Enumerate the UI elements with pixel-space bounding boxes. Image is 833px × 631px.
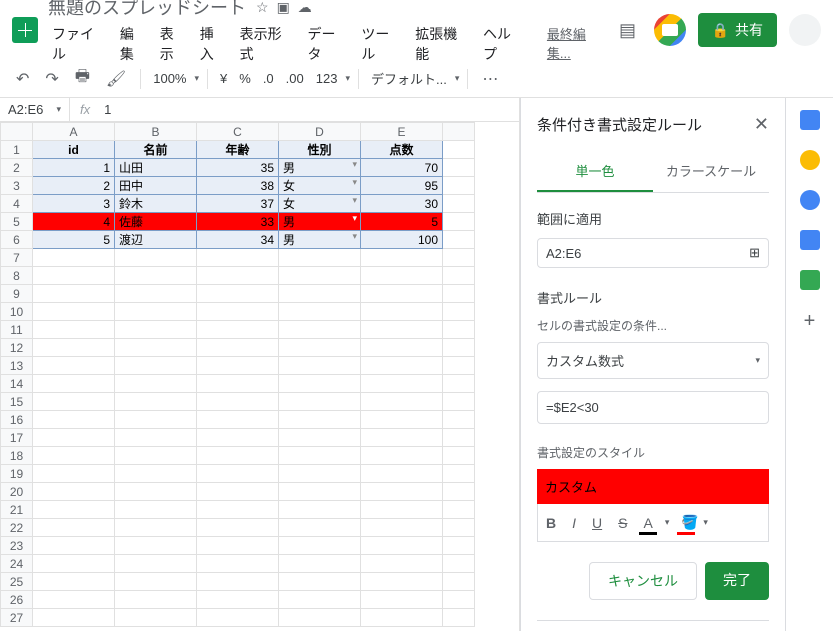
- undo-icon[interactable]: ↶: [10, 65, 35, 93]
- style-label: 書式設定のスタイル: [537, 444, 769, 461]
- menu-format[interactable]: 表示形式: [236, 22, 300, 66]
- close-icon[interactable]: ✕: [754, 114, 769, 135]
- menu-bar: ファイル 編集 表示 挿入 表示形式 データ ツール 拡張機能 ヘルプ 最終編集…: [48, 22, 614, 66]
- lock-icon: 🔒: [712, 22, 729, 39]
- header-score[interactable]: 点数: [361, 141, 443, 159]
- text-color-btn[interactable]: A: [639, 513, 656, 533]
- menu-view[interactable]: 表示: [156, 22, 192, 66]
- last-edit[interactable]: 最終編集...: [543, 22, 614, 66]
- tab-color-scale[interactable]: カラースケール: [653, 151, 769, 192]
- avatar[interactable]: [789, 14, 821, 46]
- table-row[interactable]: 54佐藤33男5: [1, 213, 475, 231]
- table-row[interactable]: 43鈴木37女30: [1, 195, 475, 213]
- spreadsheet-grid[interactable]: ABCDE 1id名前年齢性別点数 21山田35男7032田中38女9543鈴木…: [0, 122, 519, 631]
- panel-title: 条件付き書式設定ルール: [537, 114, 702, 135]
- col-C[interactable]: C: [197, 123, 279, 141]
- fx-icon[interactable]: fx: [70, 102, 100, 117]
- paint-icon[interactable]: 🖌: [100, 65, 132, 93]
- cancel-button[interactable]: キャンセル: [589, 562, 697, 600]
- header-name[interactable]: 名前: [115, 141, 197, 159]
- star-icon[interactable]: ☆: [256, 0, 269, 16]
- contacts-icon[interactable]: [800, 230, 820, 250]
- cloud-icon[interactable]: ☁: [298, 0, 312, 16]
- menu-file[interactable]: ファイル: [48, 22, 112, 66]
- condition-value: カスタム数式: [546, 351, 624, 370]
- zoom-select[interactable]: 100%: [149, 69, 190, 88]
- formula-bar: A2:E6▾ fx 1: [0, 98, 519, 122]
- name-box-value: A2:E6: [8, 102, 43, 117]
- font-select[interactable]: デフォルト...: [367, 67, 451, 90]
- range-input[interactable]: A2:E6 ⊞: [537, 238, 769, 268]
- strike-btn[interactable]: S: [614, 513, 631, 533]
- menu-edit[interactable]: 編集: [116, 22, 152, 66]
- more-icon[interactable]: ⋯: [476, 65, 504, 93]
- condition-select[interactable]: カスタム数式 ▾: [537, 342, 769, 379]
- condition-label: セルの書式設定の条件...: [537, 317, 769, 334]
- dec-more-btn[interactable]: .00: [282, 69, 308, 88]
- currency-btn[interactable]: ¥: [216, 69, 231, 88]
- col-B[interactable]: B: [115, 123, 197, 141]
- menu-insert[interactable]: 挿入: [196, 22, 232, 66]
- format-123-btn[interactable]: 123: [312, 69, 342, 88]
- rules-label: 書式ルール: [537, 288, 769, 307]
- range-value: A2:E6: [546, 246, 581, 261]
- share-label: 共有: [735, 20, 763, 40]
- dec-less-btn[interactable]: .0: [259, 69, 278, 88]
- formula-field[interactable]: =$E2<30: [537, 391, 769, 424]
- table-row[interactable]: 65渡辺34男100: [1, 231, 475, 249]
- side-rail: +: [785, 98, 833, 631]
- grid-icon[interactable]: ⊞: [749, 245, 760, 261]
- fill-color-btn[interactable]: 🪣: [677, 512, 695, 533]
- header: 無題のスプレッドシート ☆ ▣ ☁ ファイル 編集 表示 挿入 表示形式 データ…: [0, 0, 833, 60]
- apply-range-label: 範囲に適用: [537, 209, 769, 228]
- italic-btn[interactable]: I: [568, 513, 580, 533]
- add-rule-button[interactable]: ＋ 条件を追加: [537, 620, 769, 631]
- print-icon[interactable]: 🖶: [69, 61, 96, 96]
- done-button[interactable]: 完了: [705, 562, 769, 600]
- col-A[interactable]: A: [33, 123, 115, 141]
- maps-icon[interactable]: [800, 270, 820, 290]
- col-D[interactable]: D: [279, 123, 361, 141]
- header-gender[interactable]: 性別: [279, 141, 361, 159]
- formula-input[interactable]: 1: [100, 102, 115, 117]
- sheets-logo[interactable]: [12, 17, 38, 43]
- name-box[interactable]: A2:E6▾: [0, 98, 70, 121]
- menu-data[interactable]: データ: [303, 22, 353, 66]
- meet-icon[interactable]: [654, 14, 686, 46]
- tasks-icon[interactable]: [800, 190, 820, 210]
- menu-help[interactable]: ヘルプ: [479, 22, 529, 66]
- underline-btn[interactable]: U: [588, 513, 606, 533]
- comments-icon[interactable]: ▤: [614, 16, 642, 44]
- percent-btn[interactable]: %: [235, 69, 255, 88]
- move-icon[interactable]: ▣: [277, 0, 290, 16]
- share-button[interactable]: 🔒 共有: [698, 13, 777, 47]
- add-rail-icon[interactable]: +: [804, 310, 816, 333]
- tab-single-color[interactable]: 単一色: [537, 151, 653, 192]
- col-E[interactable]: E: [361, 123, 443, 141]
- header-id[interactable]: id: [33, 141, 115, 159]
- document-title[interactable]: 無題のスプレッドシート: [48, 0, 246, 20]
- chevron-down-icon: ▾: [755, 355, 760, 366]
- style-preview[interactable]: カスタム: [537, 469, 769, 504]
- redo-icon[interactable]: ↷: [39, 65, 64, 93]
- table-row[interactable]: 21山田35男70: [1, 159, 475, 177]
- bold-btn[interactable]: B: [542, 513, 560, 533]
- table-row[interactable]: 32田中38女95: [1, 177, 475, 195]
- keep-icon[interactable]: [800, 150, 820, 170]
- calendar-icon[interactable]: [800, 110, 820, 130]
- menu-extensions[interactable]: 拡張機能: [411, 22, 475, 66]
- conditional-format-panel: 条件付き書式設定ルール ✕ 単一色 カラースケール 範囲に適用 A2:E6 ⊞ …: [520, 98, 785, 631]
- header-age[interactable]: 年齢: [197, 141, 279, 159]
- menu-tools[interactable]: ツール: [357, 22, 407, 66]
